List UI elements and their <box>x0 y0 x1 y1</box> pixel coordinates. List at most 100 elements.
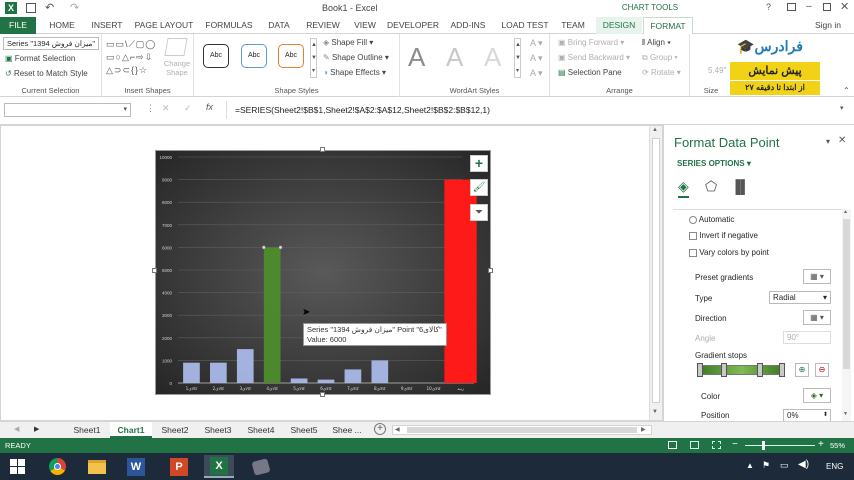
close-icon[interactable]: ✕ <box>840 0 849 13</box>
option-vary-colors[interactable]: Vary colors by point <box>689 248 769 257</box>
gradient-stop-handle[interactable] <box>779 363 785 377</box>
pane-scrollbar[interactable]: ▲ ▼ <box>842 209 851 421</box>
horizontal-scrollbar[interactable]: ◀ ▶ <box>392 425 652 435</box>
preset-gradients-button[interactable]: ▦ ▾ <box>803 269 831 284</box>
undo-icon[interactable]: ↶ <box>45 1 54 14</box>
tray-chevron-icon[interactable]: ▲ <box>746 461 754 470</box>
chart-area[interactable]: 0 1000 2000 3000 4000 5000 6000 7000 8000 9000 100… <box>155 150 491 395</box>
zoom-slider-thumb[interactable] <box>762 441 765 450</box>
style-swatch-3[interactable]: Abc <box>278 44 304 68</box>
wordart-style-3[interactable]: A <box>484 42 501 73</box>
help-icon[interactable]: ? <box>766 2 771 12</box>
hscroll-right-icon[interactable]: ▶ <box>641 426 646 433</box>
sheet-tab-sheet5[interactable]: Sheet5 <box>283 422 325 438</box>
tab-developer[interactable]: DEVELOPER <box>387 17 439 34</box>
insert-function-icon[interactable]: fx <box>206 102 213 112</box>
name-box[interactable]: ▾ <box>4 103 131 117</box>
shape-outline-button[interactable]: ✎ Shape Outline ▾ <box>323 53 389 62</box>
wordart-scroll-icon[interactable]: ▲ ▼ ▾ <box>514 38 521 78</box>
save-icon[interactable] <box>26 3 36 13</box>
text-fill-icon[interactable]: A ▾ <box>530 38 543 49</box>
excel-logo-icon[interactable]: X <box>5 2 17 14</box>
sign-in-link[interactable]: Sign in <box>808 17 848 34</box>
hscroll-thumb[interactable] <box>407 427 637 433</box>
vertical-scrollbar[interactable]: ▲ ▼ <box>649 126 662 420</box>
normal-view-icon[interactable] <box>668 441 677 449</box>
sheet-tab-chart1[interactable]: Chart1 <box>110 422 152 438</box>
style-swatch-1[interactable]: Abc <box>203 44 229 68</box>
expand-formula-icon[interactable]: ▾ <box>840 104 844 112</box>
styles-scroll-icon[interactable]: ▲ ▼ ▾ <box>310 38 317 78</box>
minimize-icon[interactable]: – <box>806 1 812 12</box>
hscroll-left-icon[interactable]: ◀ <box>395 426 400 433</box>
invert-checkbox[interactable] <box>689 231 697 240</box>
zoom-in-icon[interactable]: + <box>818 439 824 450</box>
tab-add-ins[interactable]: ADD-INS <box>446 17 490 34</box>
excel-taskbar-icon[interactable]: X <box>204 455 234 478</box>
powerpoint-icon[interactable]: P <box>164 455 194 478</box>
ribbon-display-icon[interactable] <box>787 3 796 11</box>
maximize-icon[interactable] <box>823 3 831 11</box>
zoom-level[interactable]: 55% <box>830 441 845 450</box>
text-outline-icon[interactable]: A ▾ <box>530 53 543 64</box>
gradient-stop-handle[interactable] <box>757 363 763 377</box>
cancel-formula-icon[interactable]: ✕ <box>162 103 170 114</box>
selection-pane-button[interactable]: ▤ Selection Pane <box>558 68 622 77</box>
scroll-up-icon[interactable]: ▲ <box>652 127 658 133</box>
sheet-tab-more[interactable]: Shee ... <box>326 422 368 438</box>
pane-scroll-down-icon[interactable]: ▼ <box>843 411 848 417</box>
tab-load-test[interactable]: LOAD TEST <box>498 17 552 34</box>
tab-design[interactable]: DESIGN <box>596 17 642 34</box>
tab-data[interactable]: DATA <box>262 17 296 34</box>
pane-options-icon[interactable]: ▾ <box>826 137 830 146</box>
windows-start-icon[interactable] <box>2 455 32 478</box>
chart-elements-button[interactable]: + <box>470 155 488 172</box>
pane-scroll-region[interactable]: Automatic Invert if negative Vary colors… <box>673 209 841 422</box>
gradient-stops-slider[interactable] <box>699 365 784 375</box>
bring-forward-button[interactable]: ▣ Bring Forward ▾ <box>558 38 624 47</box>
pane-scroll-thumb[interactable] <box>843 219 850 369</box>
app-icon[interactable] <box>246 455 276 478</box>
formula-input[interactable]: =SERIES(Sheet2!$B$1,Sheet2!$A$2:$A$12,Sh… <box>226 101 846 119</box>
collapse-ribbon-icon[interactable]: ⌃ <box>843 86 850 95</box>
style-swatch-2[interactable]: Abc <box>241 44 267 68</box>
scroll-thumb[interactable] <box>652 138 660 403</box>
add-gradient-stop-icon[interactable]: ⊕ <box>795 363 809 377</box>
chart-styles-button[interactable]: 🖌 <box>470 179 488 196</box>
series-options-dropdown[interactable]: SERIES OPTIONS ▾ <box>677 159 751 168</box>
chart-svg[interactable]: 0 1000 2000 3000 4000 5000 6000 7000 8000 9000 100… <box>156 151 492 396</box>
change-shape-icon[interactable] <box>164 38 188 56</box>
pane-scroll-up-icon[interactable]: ▲ <box>843 209 848 215</box>
shape-effects-button[interactable]: ◑ Shape Effects ▾ <box>323 68 386 77</box>
sheet-nav-prev-icon[interactable]: ◀ <box>14 425 19 433</box>
tab-team[interactable]: TEAM <box>558 17 588 34</box>
direction-button[interactable]: ▦ ▾ <box>803 310 831 325</box>
angle-input[interactable]: 90° <box>783 331 831 344</box>
gradient-stop-handle[interactable] <box>721 363 727 377</box>
zoom-out-icon[interactable]: − <box>732 439 738 450</box>
color-picker-button[interactable]: ◈ ▾ <box>803 388 831 403</box>
gradient-stop-handle[interactable] <box>697 363 703 377</box>
add-sheet-icon[interactable]: + <box>374 423 386 435</box>
word-icon[interactable]: W <box>121 455 151 478</box>
wordart-style-2[interactable]: A <box>446 42 463 73</box>
tab-home[interactable]: HOME <box>43 17 81 34</box>
tab-review[interactable]: REVIEW <box>302 17 344 34</box>
page-break-view-icon[interactable] <box>712 441 721 449</box>
series-options-bars-icon[interactable]: ▐▌ <box>731 179 749 194</box>
format-selection-button[interactable]: ▣ Format Selection <box>5 54 75 63</box>
align-button[interactable]: ⫴ Align ▾ <box>642 38 671 48</box>
confirm-formula-icon[interactable]: ✓ <box>184 103 192 114</box>
reset-style-button[interactable]: ↺ Reset to Match Style <box>5 69 88 78</box>
shape-fill-button[interactable]: ◈ Shape Fill ▾ <box>323 38 373 47</box>
resize-handle-right[interactable] <box>488 268 493 273</box>
tab-view[interactable]: VIEW <box>350 17 380 34</box>
chart-filters-button[interactable]: ⏷ <box>470 204 488 221</box>
scroll-down-icon[interactable]: ▼ <box>652 409 658 415</box>
sheet-tab-sheet1[interactable]: Sheet1 <box>66 422 108 438</box>
shapes-gallery[interactable]: ▭▭\⟋▢◯ ▭○△⌐⇨⇩ △⊃⊂{}☆ <box>106 38 158 78</box>
remove-gradient-stop-icon[interactable]: ⊖ <box>815 363 829 377</box>
effects-pentagon-icon[interactable]: ⬠ <box>705 178 717 195</box>
language-indicator[interactable]: ENG <box>826 462 843 471</box>
text-effects-icon[interactable]: A ▾ <box>530 68 543 79</box>
